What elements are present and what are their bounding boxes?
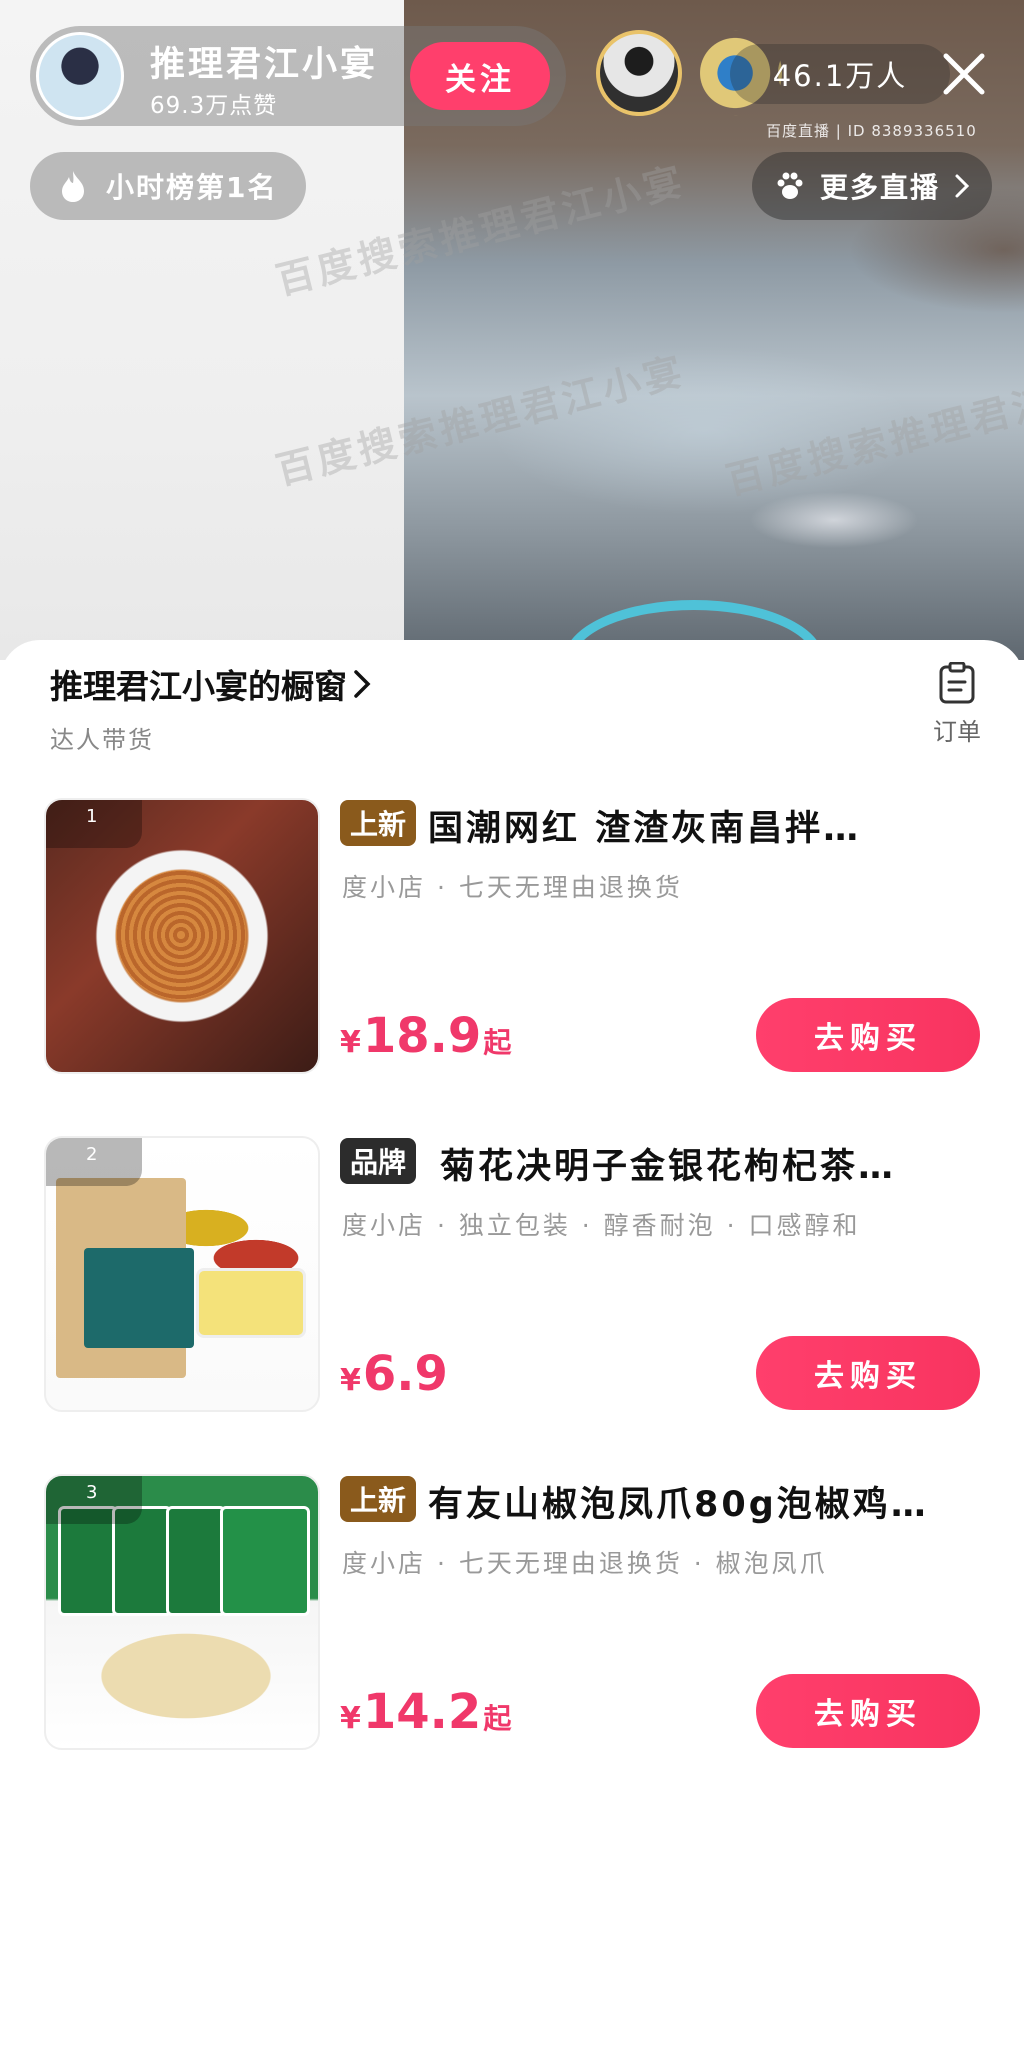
tea-cup <box>196 1268 306 1338</box>
price-value: 18.9 <box>362 1008 482 1064</box>
close-button[interactable] <box>932 42 996 106</box>
host-avatar[interactable] <box>36 32 124 120</box>
product-name[interactable]: 菊花决明子金银花枸杞茶… <box>440 1138 988 1189</box>
product-price: ¥ 6.9 <box>340 1346 450 1402</box>
flame-icon <box>62 171 84 202</box>
orders-button[interactable]: 订单 <box>922 662 992 747</box>
product-image[interactable]: 3 <box>44 1474 320 1750</box>
tea-bag-label <box>84 1248 194 1348</box>
close-icon <box>943 53 985 95</box>
more-live-label: 更多直播 <box>820 171 941 204</box>
price-symbol: ¥ <box>340 1363 361 1398</box>
price-suffix: 起 <box>483 1702 512 1735</box>
hourly-rank-badge[interactable]: 小时榜第1名 <box>30 152 306 220</box>
badge-new: 上新 <box>340 800 417 846</box>
shop-title: 推理君江小宴的橱窗 <box>50 667 347 706</box>
shop-subtitle: 达人带货 <box>50 726 154 754</box>
rank-label: 小时榜第1名 <box>106 171 278 204</box>
price-symbol: ¥ <box>340 1701 361 1736</box>
orders-label: 订单 <box>933 718 981 746</box>
product-price: ¥ 14.2 起 <box>340 1684 511 1740</box>
product-image[interactable]: 1 <box>44 798 320 1074</box>
price-suffix: 起 <box>483 1026 512 1059</box>
product-desc: 度小店 · 七天无理由退换货 <box>342 873 683 902</box>
chevron-right-icon <box>955 174 970 198</box>
viewer-avatar[interactable] <box>596 30 682 116</box>
shop-title-link[interactable]: 推理君江小宴的橱窗 <box>50 660 371 708</box>
product-card[interactable]: 1 上新 国潮网红 渣渣灰南昌拌… 度小店 · 七天无理由退换货 ¥ 18.9 … <box>40 798 990 1088</box>
paw-icon <box>777 172 803 199</box>
buy-button[interactable]: 去购买 <box>756 1674 980 1748</box>
product-card[interactable]: 2 品牌 菊花决明子金银花枸杞茶… 度小店 · 独立包装 · 醇香耐泡 · 口感… <box>40 1136 990 1426</box>
host-likes: 69.3万点赞 <box>150 93 278 119</box>
chevron-right-icon <box>354 670 371 698</box>
host-name: 推理君江小宴 <box>150 45 379 85</box>
price-value: 14.2 <box>362 1684 482 1740</box>
viewer-count[interactable]: 46.1万人 <box>730 44 950 104</box>
product-price: ¥ 18.9 起 <box>340 1008 511 1064</box>
product-name[interactable]: 有友山椒泡凤爪80g泡椒鸡… <box>428 1476 988 1527</box>
more-live-button[interactable]: 更多直播 <box>752 152 992 220</box>
price-value: 6.9 <box>362 1346 448 1402</box>
product-desc: 度小店 · 独立包装 · 醇香耐泡 · 口感醇和 <box>342 1211 861 1240</box>
badge-new: 上新 <box>340 1476 417 1522</box>
product-rank: 2 <box>46 1138 142 1186</box>
clipboard-icon <box>939 662 975 704</box>
live-video[interactable]: 百度搜索推理君江小宴 百度搜索推理君江小宴 百度搜索推理君江小宴 推理君江小宴 … <box>0 0 1024 660</box>
buy-button[interactable]: 去购买 <box>756 1336 980 1410</box>
product-image[interactable]: 2 <box>44 1136 320 1412</box>
badge-brand: 品牌 <box>340 1138 417 1184</box>
product-rank: 3 <box>46 1476 142 1524</box>
live-id: 百度直播 | ID 8389336510 <box>766 122 977 140</box>
product-name[interactable]: 国潮网红 渣渣灰南昌拌… <box>428 800 988 851</box>
snack-pack <box>220 1506 310 1616</box>
product-desc: 度小店 · 七天无理由退换货 · 椒泡凤爪 <box>342 1549 828 1578</box>
snack-pack <box>166 1506 226 1616</box>
buy-button[interactable]: 去购买 <box>756 998 980 1072</box>
follow-button[interactable]: 关注 <box>410 42 550 110</box>
product-rank: 1 <box>46 800 142 848</box>
shop-window-sheet: 推理君江小宴的橱窗 达人带货 订单 1 上新 国潮网红 渣渣灰南昌拌… 度小店 … <box>0 640 1024 2045</box>
product-card[interactable]: 3 上新 有友山椒泡凤爪80g泡椒鸡… 度小店 · 七天无理由退换货 · 椒泡凤… <box>40 1474 990 1764</box>
price-symbol: ¥ <box>340 1025 361 1060</box>
